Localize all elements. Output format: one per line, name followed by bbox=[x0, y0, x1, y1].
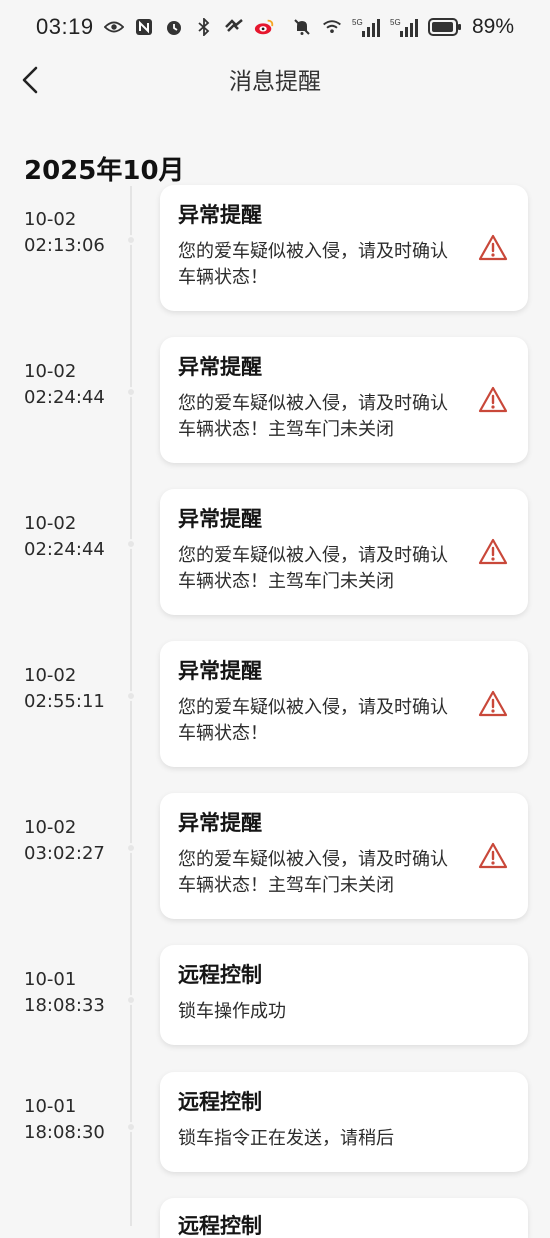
entry-timestamp: 10-02 02:13:06 bbox=[24, 207, 105, 259]
page-title: 消息提醒 bbox=[229, 69, 321, 95]
entry-timestamp: 10-01 18:08:30 bbox=[24, 1094, 105, 1146]
entry-date: 10-01 bbox=[24, 1096, 77, 1117]
message-card[interactable]: 异常提醒您的爱车疑似被入侵，请及时确认车辆状态！主驾车门未关闭 bbox=[160, 489, 528, 615]
timeline-dot bbox=[126, 387, 136, 397]
message-body: 锁车指令正在发送，请稍后 bbox=[178, 1128, 394, 1149]
message-card[interactable]: 异常提醒您的爱车疑似被入侵，请及时确认车辆状态！ bbox=[160, 641, 528, 767]
message-body: 您的爱车疑似被入侵，请及时确认车辆状态！主驾车门未关闭 bbox=[178, 545, 448, 592]
chevron-left-icon bbox=[22, 66, 38, 94]
warning-icon bbox=[478, 233, 508, 263]
message-body: 您的爱车疑似被入侵，请及时确认车辆状态！ bbox=[178, 697, 448, 744]
timeline-dot bbox=[126, 539, 136, 549]
status-time: 03:19 bbox=[36, 14, 94, 39]
entry-date: 10-02 bbox=[24, 817, 77, 838]
mute-icon bbox=[292, 17, 312, 37]
message-card[interactable]: 异常提醒您的爱车疑似被入侵，请及时确认车辆状态！ bbox=[160, 185, 528, 311]
message-card[interactable]: 远程控制锁车操作成功 bbox=[160, 945, 528, 1045]
entry-time: 02:24:44 bbox=[24, 387, 105, 408]
status-bar-right: 5G 5G 89% bbox=[292, 15, 514, 39]
eye-icon bbox=[103, 17, 124, 37]
timeline-dot bbox=[126, 235, 136, 245]
entry-timestamp: 10-02 02:24:44 bbox=[24, 359, 105, 411]
message-title: 远程控制 bbox=[178, 1214, 262, 1238]
wifi-icon bbox=[322, 17, 342, 37]
message-card[interactable]: 异常提醒您的爱车疑似被入侵，请及时确认车辆状态！主驾车门未关闭 bbox=[160, 793, 528, 919]
entry-date: 10-02 bbox=[24, 513, 77, 534]
weibo-icon bbox=[254, 17, 274, 37]
message-title: 异常提醒 bbox=[178, 507, 262, 531]
message-body: 您的爱车疑似被入侵，请及时确认车辆状态！主驾车门未关闭 bbox=[178, 393, 448, 440]
message-title: 远程控制 bbox=[178, 963, 262, 987]
svg-text:5G: 5G bbox=[352, 18, 363, 27]
entry-timestamp: 10-02 03:02:27 bbox=[24, 815, 105, 867]
message-body: 锁车操作成功 bbox=[178, 1001, 286, 1022]
nav-header: 消息提醒 bbox=[0, 54, 550, 104]
entry-time: 18:08:33 bbox=[24, 995, 105, 1016]
message-body: 您的爱车疑似被入侵，请及时确认车辆状态！主驾车门未关闭 bbox=[178, 849, 448, 896]
alarm-icon bbox=[164, 17, 184, 37]
entry-date: 10-02 bbox=[24, 665, 77, 686]
message-card[interactable]: 异常提醒您的爱车疑似被入侵，请及时确认车辆状态！主驾车门未关闭 bbox=[160, 337, 528, 463]
timeline-dot bbox=[126, 691, 136, 701]
battery-icon bbox=[427, 17, 462, 37]
message-body: 您的爱车疑似被入侵，请及时确认车辆状态！ bbox=[178, 241, 448, 288]
message-title: 异常提醒 bbox=[178, 659, 262, 683]
message-card[interactable]: 远程控制锁车指令正在发送，请稍后 bbox=[160, 1072, 528, 1172]
entry-timestamp: 10-01 18:08:33 bbox=[24, 967, 105, 1019]
timeline-line bbox=[130, 186, 132, 1226]
entry-date: 10-02 bbox=[24, 209, 77, 230]
message-card[interactable]: 远程控制 bbox=[160, 1198, 528, 1238]
message-title: 异常提醒 bbox=[178, 355, 262, 379]
warning-icon bbox=[478, 537, 508, 567]
entry-time: 03:02:27 bbox=[24, 843, 105, 864]
status-bar: 03:19 5G 5G 89% bbox=[0, 0, 550, 54]
warning-icon bbox=[478, 689, 508, 719]
entry-date: 10-01 bbox=[24, 969, 77, 990]
warning-icon bbox=[478, 385, 508, 415]
entry-time: 02:24:44 bbox=[24, 539, 105, 560]
back-button[interactable] bbox=[12, 62, 48, 98]
status-bar-left: 03:19 bbox=[36, 14, 274, 40]
timeline-dot bbox=[126, 843, 136, 853]
message-title: 远程控制 bbox=[178, 1090, 262, 1114]
timeline-dot bbox=[126, 995, 136, 1005]
svg-text:5G: 5G bbox=[390, 18, 401, 27]
month-heading: 2025年10月 bbox=[24, 156, 185, 186]
signal-5g-icon: 5G bbox=[390, 17, 418, 37]
timeline-dot bbox=[126, 1122, 136, 1132]
entry-time: 18:08:30 bbox=[24, 1122, 105, 1143]
signal-5g-icon: 5G bbox=[352, 17, 380, 37]
heart-icon bbox=[224, 17, 244, 37]
warning-icon bbox=[478, 841, 508, 871]
nfc-icon bbox=[134, 17, 154, 37]
entry-time: 02:55:11 bbox=[24, 691, 105, 712]
entry-time: 02:13:06 bbox=[24, 235, 105, 256]
entry-timestamp: 10-02 02:24:44 bbox=[24, 511, 105, 563]
entry-timestamp: 10-02 02:55:11 bbox=[24, 663, 105, 715]
message-title: 异常提醒 bbox=[178, 811, 262, 835]
message-title: 异常提醒 bbox=[178, 203, 262, 227]
bluetooth-icon bbox=[194, 17, 214, 37]
battery-percentage: 89% bbox=[471, 15, 514, 38]
entry-date: 10-02 bbox=[24, 361, 77, 382]
